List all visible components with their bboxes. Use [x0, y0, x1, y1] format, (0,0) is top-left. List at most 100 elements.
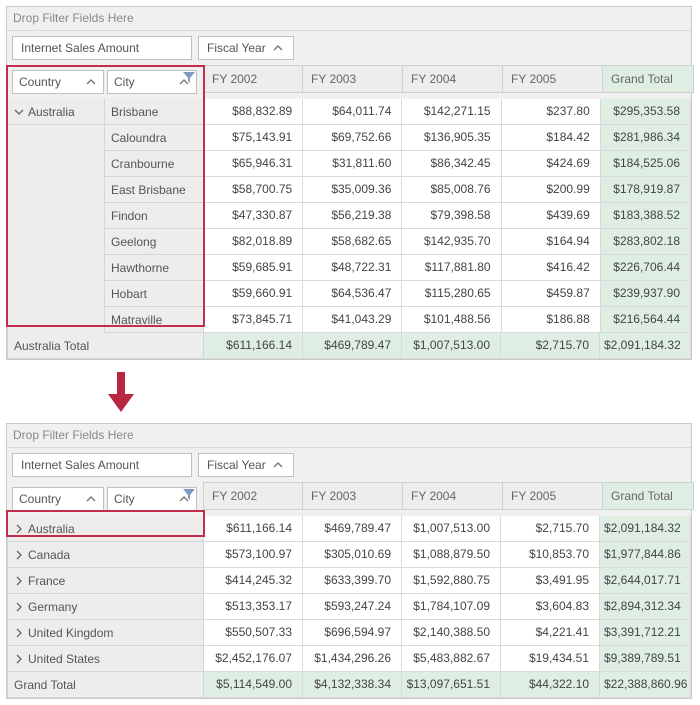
data-cell: $65,946.31	[204, 151, 303, 177]
data-cell: $73,845.71	[204, 307, 303, 333]
data-cell: $439.69	[502, 203, 601, 229]
pivot-grid-expanded: Drop Filter Fields Here Internet Sales A…	[6, 6, 692, 360]
row-field-label: City	[114, 492, 135, 506]
data-cell: $459.87	[502, 281, 601, 307]
grand-total-cell: $13,097,651.51	[402, 672, 501, 698]
data-cell: $3,604.83	[501, 594, 600, 620]
row-header-city[interactable]: Hawthorne	[105, 255, 204, 281]
data-cell: $69,752.66	[303, 125, 402, 151]
expand-icon[interactable]	[14, 602, 24, 612]
data-cell: $136,905.35	[402, 125, 501, 151]
row-header-country[interactable]: France	[7, 568, 204, 594]
column-field-fiscal-year[interactable]: Fiscal Year	[198, 453, 294, 477]
table-row: United States$2,452,176.07$1,434,296.26$…	[7, 646, 691, 672]
grand-total-cell: $226,706.44	[601, 255, 691, 281]
data-cell: $513,353.17	[204, 594, 303, 620]
column-header[interactable]: FY 2003	[303, 65, 403, 93]
grand-total-cell: $216,564.44	[601, 307, 691, 333]
data-cell: $237.80	[502, 99, 601, 125]
data-field-internet-sales[interactable]: Internet Sales Amount	[12, 453, 192, 477]
row-header-country-span	[7, 281, 105, 307]
column-header[interactable]: FY 2005	[503, 482, 603, 510]
row-header-label: United Kingdom	[28, 626, 113, 640]
data-field-internet-sales[interactable]: Internet Sales Amount	[12, 36, 192, 60]
data-cell: $1,434,296.26	[303, 646, 402, 672]
filter-drop-area[interactable]: Drop Filter Fields Here	[7, 424, 691, 448]
sort-asc-icon	[272, 459, 284, 471]
filter-icon[interactable]	[183, 489, 195, 501]
row-header-city[interactable]: Geelong	[105, 229, 204, 255]
column-header[interactable]: FY 2002	[203, 482, 303, 510]
expand-icon[interactable]	[14, 550, 24, 560]
column-header-grand-total[interactable]: Grand Total	[603, 482, 694, 510]
data-cell: $19,434.51	[501, 646, 600, 672]
column-field-label: Fiscal Year	[207, 41, 266, 55]
row-header-country-span	[7, 255, 105, 281]
data-cell: $82,018.89	[204, 229, 303, 255]
data-cell: $1,088,879.50	[402, 542, 501, 568]
data-cell: $4,221.41	[501, 620, 600, 646]
grand-total-cell: $3,391,712.21	[600, 620, 691, 646]
row-header-country[interactable]: Australia	[7, 99, 105, 125]
row-header-country[interactable]: United Kingdom	[7, 620, 204, 646]
column-header[interactable]: FY 2004	[403, 482, 503, 510]
row-header-city[interactable]: Findon	[105, 203, 204, 229]
data-cell: $58,682.65	[303, 229, 402, 255]
expand-icon[interactable]	[14, 576, 24, 586]
data-cell: $633,399.70	[303, 568, 402, 594]
row-header-city[interactable]: Cranbourne	[105, 151, 204, 177]
column-header[interactable]: FY 2002	[203, 65, 303, 93]
column-header-grand-total[interactable]: Grand Total	[603, 65, 694, 93]
row-header-city[interactable]: Caloundra	[105, 125, 204, 151]
table-row: Matraville$73,845.71$41,043.29$101,488.5…	[7, 307, 691, 333]
data-cell: $550,507.33	[204, 620, 303, 646]
expand-icon[interactable]	[14, 654, 24, 664]
expand-icon[interactable]	[14, 524, 24, 534]
table-row: Geelong$82,018.89$58,682.65$142,935.70$1…	[7, 229, 691, 255]
filter-icon[interactable]	[183, 72, 195, 84]
data-cell: $35,009.36	[303, 177, 402, 203]
collapse-icon[interactable]	[14, 107, 24, 117]
data-cell: $164.94	[502, 229, 601, 255]
table-row: Hawthorne$59,685.91$48,722.31$117,881.80…	[7, 255, 691, 281]
data-cell: $5,483,882.67	[402, 646, 501, 672]
table-row: United Kingdom$550,507.33$696,594.97$2,1…	[7, 620, 691, 646]
row-field-country[interactable]: Country	[12, 70, 104, 94]
data-cell: $593,247.24	[303, 594, 402, 620]
row-header-country-span	[7, 307, 105, 333]
row-header-country[interactable]: Canada	[7, 542, 204, 568]
data-cell: $414,245.32	[204, 568, 303, 594]
grand-total-cell: $44,322.10	[501, 672, 600, 698]
data-cell: $2,140,388.50	[402, 620, 501, 646]
data-cell: $88,832.89	[204, 99, 303, 125]
data-cell: $10,853.70	[501, 542, 600, 568]
row-header-country[interactable]: Germany	[7, 594, 204, 620]
row-header-city[interactable]: East Brisbane	[105, 177, 204, 203]
grand-total-cell: $22,388,860.96	[600, 672, 691, 698]
subtotal-label[interactable]: Australia Total	[7, 333, 204, 359]
data-cell: $142,935.70	[402, 229, 501, 255]
data-cell: $75,143.91	[204, 125, 303, 151]
data-cell: $573,100.97	[204, 542, 303, 568]
filter-drop-area[interactable]: Drop Filter Fields Here	[7, 7, 691, 31]
data-cell: $184.42	[502, 125, 601, 151]
table-row: Australia$611,166.14$469,789.47$1,007,51…	[7, 516, 691, 542]
row-field-city[interactable]: City	[107, 70, 197, 94]
row-field-country[interactable]: Country	[12, 487, 104, 511]
grand-total-label[interactable]: Grand Total	[7, 672, 204, 698]
row-header-city[interactable]: Brisbane	[105, 99, 204, 125]
row-header-city[interactable]: Matraville	[105, 307, 204, 333]
column-header[interactable]: FY 2005	[503, 65, 603, 93]
sort-asc-icon	[85, 493, 97, 505]
row-field-city[interactable]: City	[107, 487, 197, 511]
data-cell: $115,280.65	[402, 281, 501, 307]
grand-total-cell: $183,388.52	[601, 203, 691, 229]
expand-icon[interactable]	[14, 628, 24, 638]
row-header-country[interactable]: United States	[7, 646, 204, 672]
column-field-fiscal-year[interactable]: Fiscal Year	[198, 36, 294, 60]
row-header-city[interactable]: Hobart	[105, 281, 204, 307]
column-header[interactable]: FY 2004	[403, 65, 503, 93]
grand-total-cell: $9,389,789.51	[600, 646, 691, 672]
column-header[interactable]: FY 2003	[303, 482, 403, 510]
row-header-country[interactable]: Australia	[7, 516, 204, 542]
